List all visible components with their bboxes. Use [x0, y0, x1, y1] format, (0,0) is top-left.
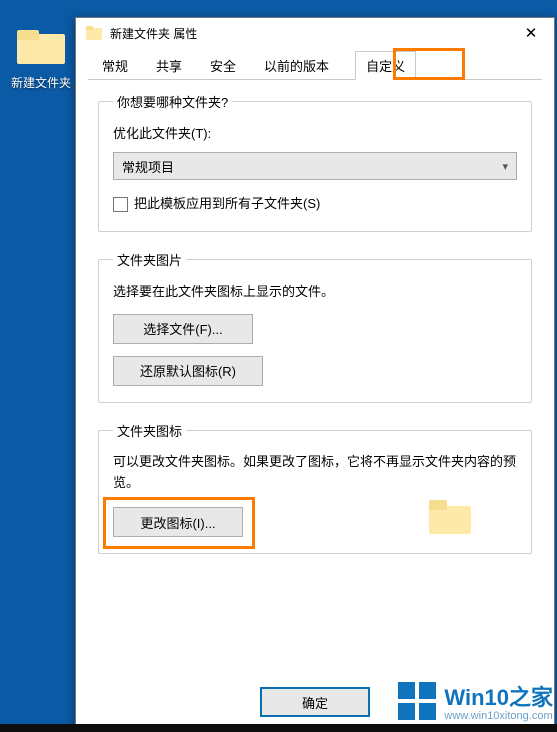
- desktop-folder[interactable]: 新建文件夹: [10, 30, 72, 91]
- folder-icon: [17, 30, 65, 68]
- group-legend: 文件夹图标: [113, 421, 186, 440]
- dialog-body: 你想要哪种文件夹? 优化此文件夹(T): 常规项目 ▾ 把此模板应用到所有子文件…: [76, 80, 554, 677]
- tab-customize[interactable]: 自定义: [355, 51, 416, 80]
- close-button[interactable]: ✕: [508, 18, 554, 48]
- apply-subfolders-label: 把此模板应用到所有子文件夹(S): [134, 194, 320, 215]
- tab-strip: 常规 共享 安全 以前的版本 自定义: [76, 54, 554, 80]
- restore-default-button[interactable]: 还原默认图标(R): [113, 356, 263, 386]
- tab-security[interactable]: 安全: [208, 52, 238, 80]
- watermark-url: www.win10xitong.com: [444, 710, 553, 722]
- group-folder-picture: 文件夹图片 选择要在此文件夹图标上显示的文件。 选择文件(F)... 还原默认图…: [98, 250, 532, 403]
- select-value: 常规项目: [122, 157, 174, 176]
- folder-icon: [86, 26, 102, 40]
- optimize-label: 优化此文件夹(T):: [113, 123, 517, 142]
- watermark-brand: Win10之家: [444, 680, 553, 712]
- apply-subfolders-checkbox[interactable]: [113, 197, 128, 212]
- group-folder-type: 你想要哪种文件夹? 优化此文件夹(T): 常规项目 ▾ 把此模板应用到所有子文件…: [98, 92, 532, 232]
- windows-logo-icon: [398, 682, 436, 720]
- tab-general[interactable]: 常规: [100, 52, 130, 80]
- properties-window: 新建文件夹 属性 ✕ 常规 共享 安全 以前的版本 自定义 你想要哪种文件夹? …: [75, 17, 555, 730]
- titlebar: 新建文件夹 属性 ✕: [76, 18, 554, 48]
- folder-picture-desc: 选择要在此文件夹图标上显示的文件。: [113, 281, 517, 300]
- tab-share[interactable]: 共享: [154, 52, 184, 80]
- watermark: Win10之家 www.win10xitong.com: [398, 680, 553, 722]
- optimize-select[interactable]: 常规项目 ▾: [113, 152, 517, 180]
- window-title: 新建文件夹 属性: [110, 25, 197, 42]
- group-legend: 你想要哪种文件夹?: [113, 92, 232, 111]
- change-icon-button[interactable]: 更改图标(I)...: [113, 507, 243, 537]
- taskbar: [0, 724, 557, 732]
- choose-file-button[interactable]: 选择文件(F)...: [113, 314, 253, 344]
- folder-icon-preview: [429, 500, 471, 536]
- apply-subfolders-row: 把此模板应用到所有子文件夹(S): [113, 194, 517, 215]
- ok-button[interactable]: 确定: [260, 687, 370, 717]
- group-legend: 文件夹图片: [113, 250, 186, 269]
- folder-icon-desc: 可以更改文件夹图标。如果更改了图标，它将不再显示文件夹内容的预览。: [113, 452, 517, 494]
- chevron-down-icon: ▾: [502, 160, 508, 173]
- desktop-folder-label: 新建文件夹: [10, 74, 72, 91]
- group-folder-icon: 文件夹图标 可以更改文件夹图标。如果更改了图标，它将不再显示文件夹内容的预览。 …: [98, 421, 532, 555]
- tab-previous-versions[interactable]: 以前的版本: [262, 52, 331, 80]
